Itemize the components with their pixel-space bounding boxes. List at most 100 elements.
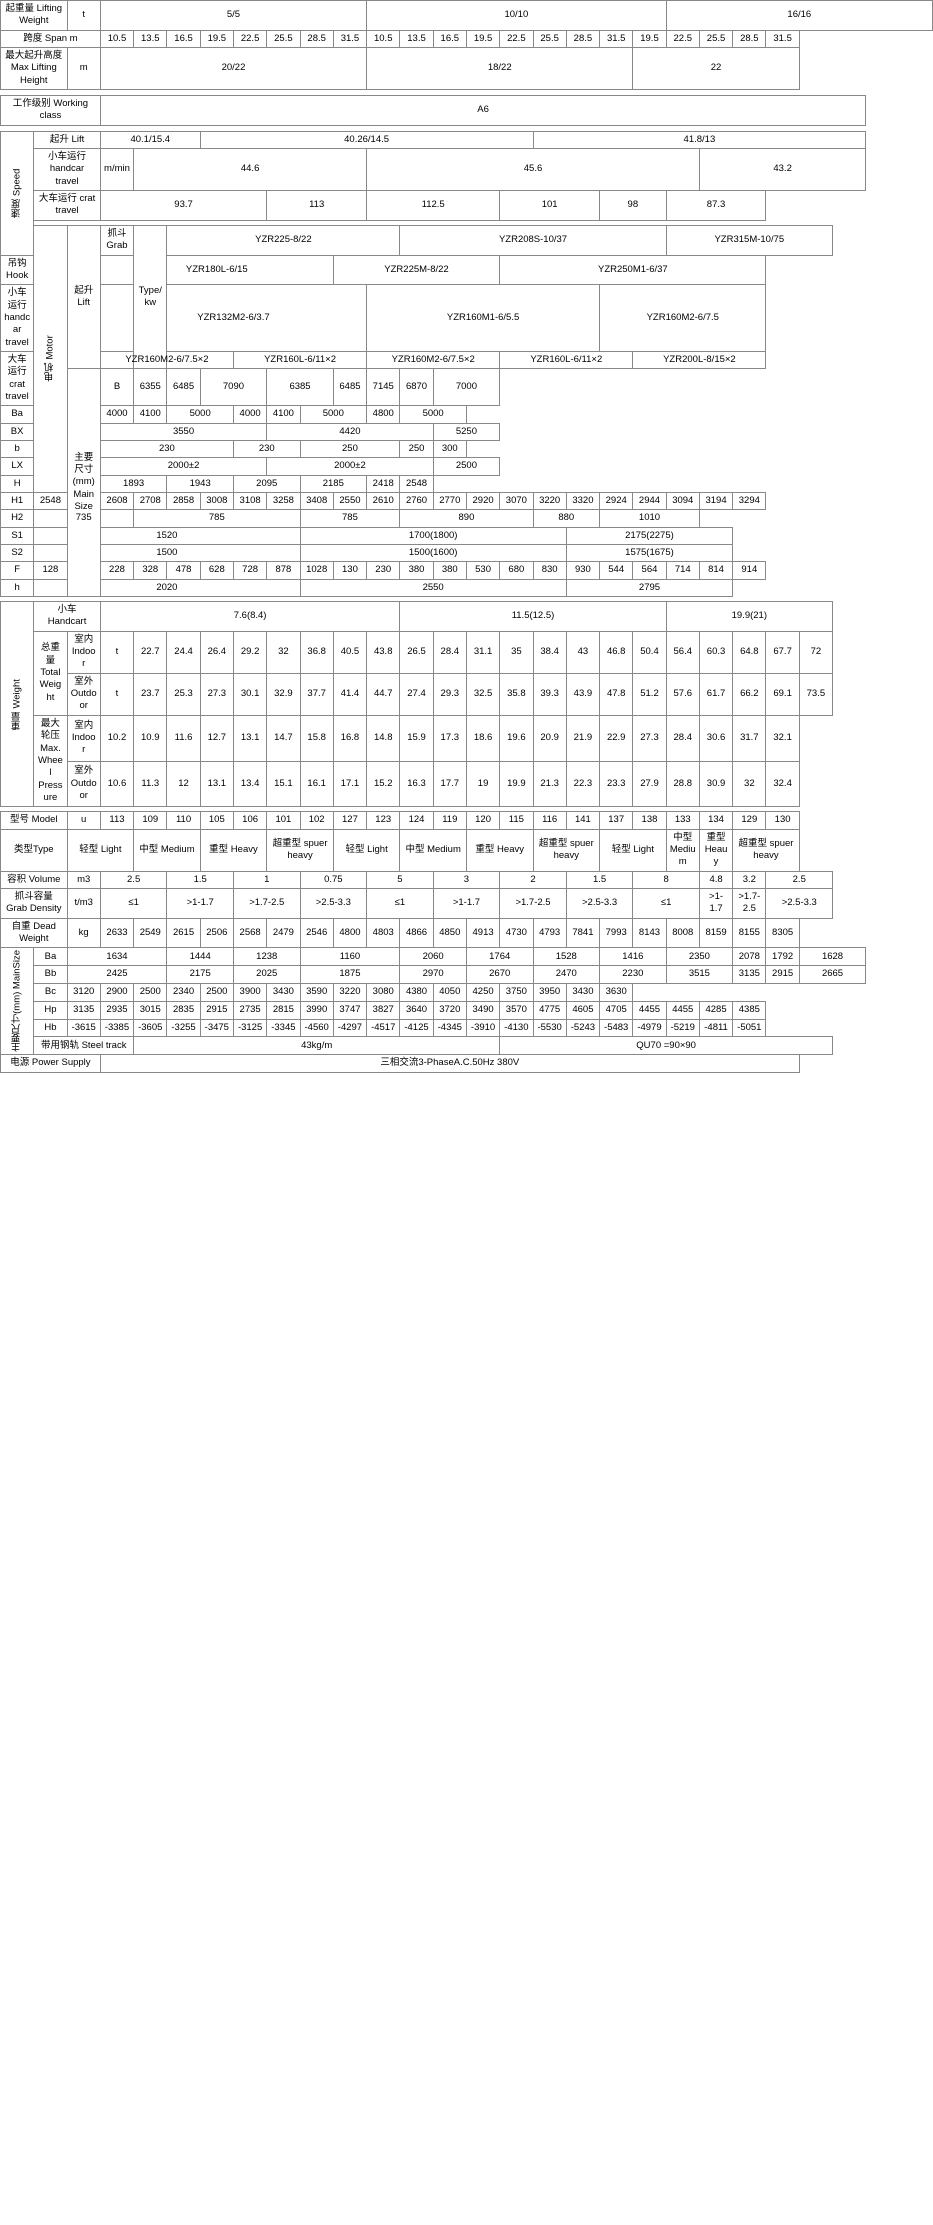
grab-label: 抓斗 Grab <box>100 225 133 255</box>
m2: 109 <box>134 812 167 829</box>
H1v15: 3220 <box>533 493 566 510</box>
wc-val: A6 <box>100 96 865 126</box>
Hp10: 3827 <box>367 1001 400 1019</box>
H1v3: 2708 <box>134 493 167 510</box>
Hb3: -3605 <box>134 1019 167 1037</box>
mwp19: 30.6 <box>699 715 732 761</box>
Ba4: 4000 <box>233 406 266 423</box>
mlh-val2: 18/22 <box>367 48 633 90</box>
m3: 110 <box>167 812 200 829</box>
vol8: 1.5 <box>566 871 633 888</box>
Hb6: -3125 <box>233 1019 266 1037</box>
H1v17: 2924 <box>600 493 633 510</box>
mlh-unit: m <box>67 48 100 90</box>
ow21: 73.5 <box>799 673 832 715</box>
tw3: 26.4 <box>200 631 233 673</box>
vol9: 8 <box>633 871 700 888</box>
S1-label: S1 <box>1 527 34 544</box>
Hb15: -5530 <box>533 1019 566 1037</box>
ow7: 41.4 <box>333 673 366 715</box>
mwo12: 19 <box>466 761 499 807</box>
H2v1: 735 <box>34 510 134 527</box>
Hb21: -5051 <box>733 1019 766 1037</box>
Bc11: 4380 <box>400 983 433 1001</box>
Bc10: 3080 <box>367 983 400 1001</box>
vol7: 2 <box>500 871 567 888</box>
dw7: 2546 <box>300 918 333 948</box>
crat-val4: 101 <box>500 191 600 221</box>
H2v4: 890 <box>400 510 533 527</box>
ow16: 51.2 <box>633 673 666 715</box>
handcart-label: 小车 Handcart <box>34 602 101 632</box>
handcar-label: 小车运行 handcar travel <box>34 149 101 191</box>
crat-motor3a: YZR160M2-6/7.5×2 <box>367 351 500 368</box>
S1v3: 2175(2275) <box>566 527 732 544</box>
mwp14: 20.9 <box>533 715 566 761</box>
Hp8: 3990 <box>300 1001 333 1019</box>
B7: 6870 <box>400 369 433 406</box>
hook-motor2: YZR225M-8/22 <box>333 255 499 285</box>
hc-val2: 45.6 <box>367 149 700 191</box>
type-heavy2: 重型 Heavy <box>466 829 533 871</box>
B4: 6385 <box>267 369 334 406</box>
span-label: 跨度 Span m <box>1 30 101 47</box>
mwp2: 10.9 <box>134 715 167 761</box>
m11: 119 <box>433 812 466 829</box>
sp2: 13.5 <box>134 30 167 47</box>
mwo20: 32 <box>733 761 766 807</box>
H1-label: H1 <box>1 493 34 510</box>
sp10: 13.5 <box>400 30 433 47</box>
Ba5: 4100 <box>267 406 300 423</box>
grab-motor2: YZR208S-10/37 <box>400 225 666 255</box>
H1v10: 2610 <box>367 493 400 510</box>
sp3: 16.5 <box>167 30 200 47</box>
total-weight-label: 总重量 Total Weight <box>34 631 67 715</box>
BX3: 5250 <box>433 423 500 440</box>
crat-motor1a: YZR160M2-6/7.5×2 <box>100 351 233 368</box>
Hp1: 3135 <box>67 1001 100 1019</box>
sp15: 28.5 <box>566 30 599 47</box>
ow13: 39.3 <box>533 673 566 715</box>
BX-label: BX <box>1 423 34 440</box>
gd5: ≤1 <box>367 888 434 918</box>
tw10: 28.4 <box>433 631 466 673</box>
b1: 230 <box>100 440 233 457</box>
crat-motor5a: YZR200L-8/15×2 <box>633 351 766 368</box>
Ba2v8: 1416 <box>600 948 667 966</box>
H1v18: 2944 <box>633 493 666 510</box>
hook-motor3: YZR250M1-6/37 <box>500 255 766 285</box>
Hb9: -4297 <box>333 1019 366 1037</box>
B-label: B <box>100 369 133 406</box>
dw-unit: kg <box>67 918 100 948</box>
lift-val1: 40.1/15.4 <box>100 131 200 148</box>
Hp16: 4605 <box>566 1001 599 1019</box>
dw11: 4850 <box>433 918 466 948</box>
mwp6: 14.7 <box>267 715 300 761</box>
m13: 115 <box>500 812 533 829</box>
m19: 134 <box>699 812 732 829</box>
tw18: 60.3 <box>699 631 732 673</box>
handcart-val1: 7.6(8.4) <box>100 602 400 632</box>
b2: 230 <box>233 440 300 457</box>
vol1: 2.5 <box>100 871 167 888</box>
vol2: 1.5 <box>167 871 234 888</box>
ow19: 66.2 <box>733 673 766 715</box>
mwp12: 18.6 <box>466 715 499 761</box>
Hp11: 3640 <box>400 1001 433 1019</box>
tw5: 32 <box>267 631 300 673</box>
H1v11: 2760 <box>400 493 433 510</box>
Bc13: 4250 <box>466 983 499 1001</box>
indoor-label: 室内 Indoor <box>67 631 100 673</box>
m12: 120 <box>466 812 499 829</box>
F3: 328 <box>134 562 167 579</box>
B8: 7000 <box>433 369 500 406</box>
mwo2: 11.3 <box>134 761 167 807</box>
Ba2: 4100 <box>134 406 167 423</box>
grab-motor1: YZR225-8/22 <box>167 225 400 255</box>
dw19: 8159 <box>699 918 732 948</box>
Bb2: 2175 <box>167 966 234 984</box>
BX2: 4420 <box>267 423 433 440</box>
H2v2: 785 <box>134 510 300 527</box>
S1v1: 1520 <box>34 527 300 544</box>
F20: 814 <box>699 562 732 579</box>
